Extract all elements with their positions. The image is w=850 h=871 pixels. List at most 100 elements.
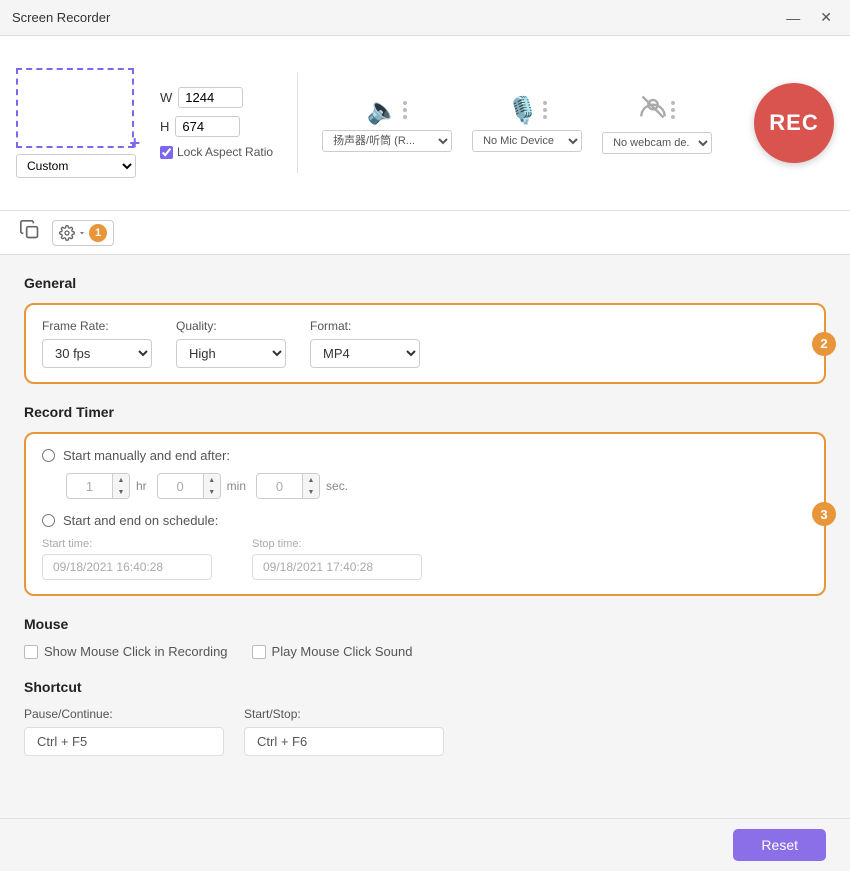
- format-group: Format: MP4 AVI MOV FLV TS GIF: [310, 319, 420, 368]
- quality-group: Quality: High Low Medium: [176, 319, 286, 368]
- rec-label: REC: [769, 110, 818, 136]
- mouse-checkbox-row: Show Mouse Click in Recording Play Mouse…: [24, 644, 826, 659]
- sec-spinner: ▲ ▼: [256, 473, 320, 499]
- timer-badge: 3: [812, 502, 836, 526]
- speaker-group: 🔈 扬声器/听筒 (R...: [322, 95, 452, 152]
- play-sound-item: Play Mouse Click Sound: [252, 644, 413, 659]
- sec-spinner-btns: ▲ ▼: [302, 474, 319, 498]
- mouse-section-title: Mouse: [24, 616, 826, 632]
- show-click-item: Show Mouse Click in Recording: [24, 644, 228, 659]
- timer-box: Start manually and end after: ▲ ▼ hr ▲ ▼: [24, 432, 826, 596]
- speaker-dots: [403, 101, 407, 119]
- clone-button[interactable]: [16, 216, 44, 249]
- dimensions-panel: W H Lock Aspect Ratio: [160, 87, 273, 159]
- width-input[interactable]: [178, 87, 243, 108]
- schedule-label: Start and end on schedule:: [63, 513, 218, 528]
- play-sound-checkbox[interactable]: [252, 645, 266, 659]
- manual-radio-row: Start manually and end after:: [42, 448, 808, 463]
- pause-shortcut-input[interactable]: [24, 727, 224, 756]
- mouse-section: Mouse Show Mouse Click in Recording Play…: [24, 616, 826, 659]
- manual-label: Start manually and end after:: [63, 448, 230, 463]
- divider: [297, 73, 298, 173]
- webcam-select[interactable]: No webcam de...: [602, 132, 712, 154]
- mic-dots: [543, 101, 547, 119]
- sec-up-btn[interactable]: ▲: [303, 474, 319, 486]
- speaker-icon: 🔈: [367, 95, 399, 126]
- min-input[interactable]: [158, 475, 203, 498]
- mic-group: 🎙️ No Mic Device: [472, 95, 582, 152]
- height-input[interactable]: [175, 116, 240, 137]
- capture-preset-select[interactable]: Custom: [16, 154, 136, 178]
- reset-button[interactable]: Reset: [733, 829, 826, 861]
- pause-shortcut-group: Pause/Continue:: [24, 707, 224, 756]
- general-row: Frame Rate: 30 fps 15 fps 20 fps 24 fps …: [42, 319, 808, 368]
- height-label: H: [160, 119, 169, 134]
- minimize-button[interactable]: —: [780, 7, 806, 28]
- capture-area: Custom: [16, 68, 136, 178]
- show-click-checkbox[interactable]: [24, 645, 38, 659]
- frame-rate-select[interactable]: 30 fps 15 fps 20 fps 24 fps 60 fps: [42, 339, 152, 368]
- timer-section: Record Timer Start manually and end afte…: [24, 404, 826, 596]
- hr-spinner: ▲ ▼: [66, 473, 130, 499]
- min-spinner-btns: ▲ ▼: [203, 474, 220, 498]
- stop-time-group: Stop time:: [252, 538, 422, 580]
- hr-spinner-btns: ▲ ▼: [112, 474, 129, 498]
- quality-label: Quality:: [176, 319, 286, 333]
- frame-rate-label: Frame Rate:: [42, 319, 152, 333]
- min-down-btn[interactable]: ▼: [204, 486, 220, 498]
- footer: Reset: [0, 818, 850, 871]
- main-toolbar: Custom W H Lock Aspect Ratio 🔈: [0, 36, 850, 211]
- start-stop-shortcut-input[interactable]: [244, 727, 444, 756]
- main-content: General Frame Rate: 30 fps 15 fps 20 fps…: [0, 255, 850, 818]
- general-badge: 2: [812, 332, 836, 356]
- sec-input[interactable]: [257, 475, 302, 498]
- window-controls: — ✕: [780, 7, 838, 28]
- width-label: W: [160, 90, 172, 105]
- start-shortcut-group: Start/Stop:: [244, 707, 444, 756]
- play-sound-label: Play Mouse Click Sound: [272, 644, 413, 659]
- show-click-label: Show Mouse Click in Recording: [44, 644, 228, 659]
- hr-input[interactable]: [67, 475, 112, 498]
- min-up-btn[interactable]: ▲: [204, 474, 220, 486]
- format-label: Format:: [310, 319, 420, 333]
- timer-section-title: Record Timer: [24, 404, 826, 420]
- webcam-icon: [639, 93, 667, 128]
- capture-preview-box[interactable]: [16, 68, 134, 148]
- start-time-group: Start time:: [42, 538, 212, 580]
- app-title: Screen Recorder: [12, 10, 110, 25]
- schedule-radio[interactable]: [42, 514, 55, 527]
- title-bar: Screen Recorder — ✕: [0, 0, 850, 36]
- sec-label: sec.: [326, 479, 348, 493]
- shortcut-grid: Pause/Continue: Start/Stop:: [24, 707, 826, 756]
- hr-down-btn[interactable]: ▼: [113, 486, 129, 498]
- schedule-row: Start time: Stop time:: [42, 538, 808, 580]
- hr-up-btn[interactable]: ▲: [113, 474, 129, 486]
- rec-button[interactable]: REC: [754, 83, 834, 163]
- settings-badge: 1: [89, 224, 107, 242]
- frame-rate-group: Frame Rate: 30 fps 15 fps 20 fps 24 fps …: [42, 319, 152, 368]
- mic-select[interactable]: No Mic Device: [472, 130, 582, 152]
- general-box: Frame Rate: 30 fps 15 fps 20 fps 24 fps …: [24, 303, 826, 384]
- lock-aspect-ratio-label: Lock Aspect Ratio: [177, 145, 273, 159]
- shortcut-section-title: Shortcut: [24, 679, 826, 695]
- av-section: 🔈 扬声器/听筒 (R... 🎙️ No Mic Device: [322, 93, 738, 154]
- schedule-radio-row: Start and end on schedule:: [42, 513, 808, 528]
- mic-icon: 🎙️: [507, 95, 539, 126]
- pause-label: Pause/Continue:: [24, 707, 224, 721]
- sub-toolbar: 1: [0, 211, 850, 255]
- min-label: min: [227, 479, 246, 493]
- quality-select[interactable]: High Low Medium: [176, 339, 286, 368]
- close-button[interactable]: ✕: [814, 7, 838, 28]
- format-select[interactable]: MP4 AVI MOV FLV TS GIF: [310, 339, 420, 368]
- time-inputs: ▲ ▼ hr ▲ ▼ min ▲ ▼: [66, 473, 808, 499]
- general-section-title: General: [24, 275, 826, 291]
- webcam-group: No webcam de...: [602, 93, 712, 154]
- manual-radio[interactable]: [42, 449, 55, 462]
- start-time-input[interactable]: [42, 554, 212, 580]
- lock-aspect-ratio-checkbox[interactable]: [160, 146, 173, 159]
- settings-button[interactable]: 1: [52, 220, 114, 246]
- sec-down-btn[interactable]: ▼: [303, 486, 319, 498]
- speaker-select[interactable]: 扬声器/听筒 (R...: [322, 130, 452, 152]
- stop-time-label: Stop time:: [252, 538, 422, 550]
- stop-time-input[interactable]: [252, 554, 422, 580]
